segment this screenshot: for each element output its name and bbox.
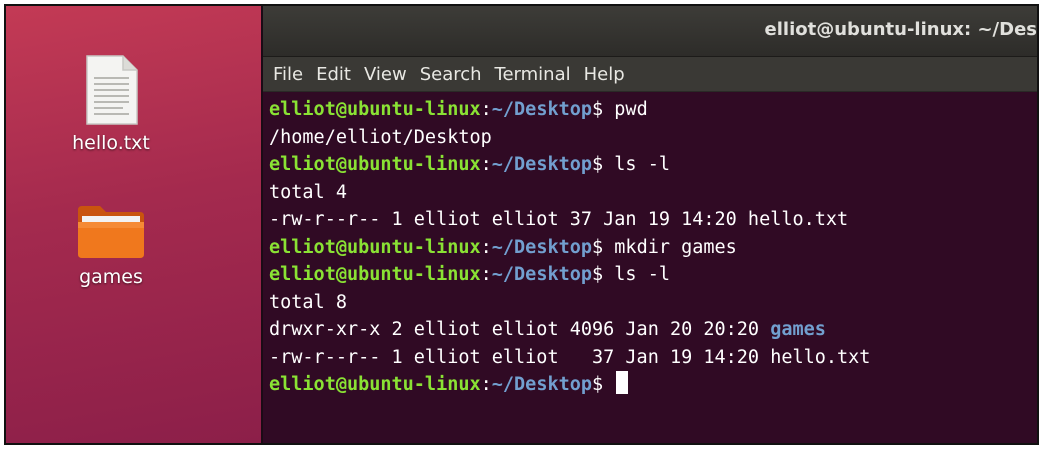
prompt-path: ~/Desktop <box>491 374 593 395</box>
desktop: hello.txt games <box>6 6 264 443</box>
desktop-icon-hello-txt[interactable]: hello.txt <box>41 54 181 154</box>
output-text: drwxr-xr-x 2 elliot elliot 4096 Jan 20 2… <box>269 319 771 340</box>
terminal-line: elliot@ubuntu-linux:~/Desktop$ <box>269 371 1037 399</box>
menu-terminal[interactable]: Terminal <box>495 64 571 85</box>
prompt-path: ~/Desktop <box>491 99 593 120</box>
output-text: -rw-r--r-- 1 elliot elliot 37 Jan 19 14:… <box>269 346 871 368</box>
prompt-user: elliot@ubuntu-linux <box>269 99 481 120</box>
terminal-output[interactable]: elliot@ubuntu-linux:~/Desktop$ pwd/home/… <box>263 92 1037 399</box>
directory-name: games <box>770 319 826 340</box>
output-text: /home/elliot/Desktop <box>269 126 492 148</box>
prompt-user: elliot@ubuntu-linux <box>269 374 481 395</box>
prompt-user: elliot@ubuntu-linux <box>269 154 481 175</box>
command-text: ls -l <box>614 154 670 175</box>
prompt-user: elliot@ubuntu-linux <box>269 236 481 258</box>
output-text: total 4 <box>269 181 347 203</box>
text-file-icon <box>83 54 139 126</box>
prompt-symbol: $ <box>592 374 615 395</box>
terminal-line: elliot@ubuntu-linux:~/Desktop$ ls -l <box>269 151 1037 179</box>
terminal-line: -rw-r--r-- 1 elliot elliot 37 Jan 19 14:… <box>269 206 1037 234</box>
window-titlebar[interactable]: elliot@ubuntu-linux: ~/Des <box>263 6 1037 57</box>
terminal-line: elliot@ubuntu-linux:~/Desktop$ ls -l <box>269 261 1037 289</box>
terminal-line: elliot@ubuntu-linux:~/Desktop$ pwd <box>269 96 1037 124</box>
command-text: ls -l <box>614 264 670 285</box>
desktop-icon-label: hello.txt <box>72 132 150 154</box>
prompt-separator: : <box>480 264 492 285</box>
folder-icon <box>76 204 146 260</box>
terminal-line: elliot@ubuntu-linux:~/Desktop$ mkdir gam… <box>269 234 1037 262</box>
output-text: total 8 <box>269 291 347 313</box>
screenshot-frame: hello.txt games elliot@ubuntu-linux: ~/D… <box>4 4 1039 445</box>
terminal-cursor <box>616 371 629 394</box>
terminal-line: -rw-r--r-- 1 elliot elliot 37 Jan 19 14:… <box>269 344 1037 372</box>
menu-search[interactable]: Search <box>420 64 482 85</box>
prompt-separator: : <box>480 374 492 395</box>
prompt-separator: : <box>480 236 492 258</box>
prompt-symbol: $ <box>592 264 615 285</box>
terminal-window[interactable]: elliot@ubuntu-linux: ~/Des File Edit Vie… <box>261 6 1037 443</box>
prompt-separator: : <box>480 99 492 120</box>
menu-bar: File Edit View Search Terminal Help <box>263 57 1037 92</box>
terminal-line: /home/elliot/Desktop <box>269 124 1037 152</box>
menu-view[interactable]: View <box>364 64 407 85</box>
terminal-line: total 4 <box>269 179 1037 207</box>
window-title: elliot@ubuntu-linux: ~/Des <box>764 19 1037 40</box>
prompt-user: elliot@ubuntu-linux <box>269 264 481 285</box>
output-text: -rw-r--r-- 1 elliot elliot 37 Jan 19 14:… <box>269 209 849 230</box>
prompt-path: ~/Desktop <box>491 236 593 258</box>
command-text: mkdir games <box>614 236 737 258</box>
prompt-symbol: $ <box>592 236 615 258</box>
terminal-line: total 8 <box>269 289 1037 317</box>
menu-file[interactable]: File <box>273 64 303 85</box>
prompt-symbol: $ <box>592 99 615 120</box>
prompt-path: ~/Desktop <box>491 154 593 175</box>
prompt-separator: : <box>480 154 492 175</box>
terminal-line: drwxr-xr-x 2 elliot elliot 4096 Jan 20 2… <box>269 316 1037 344</box>
desktop-icon-games[interactable]: games <box>41 204 181 288</box>
menu-help[interactable]: Help <box>584 64 625 85</box>
desktop-icon-label: games <box>79 266 143 288</box>
menu-edit[interactable]: Edit <box>316 64 351 85</box>
prompt-symbol: $ <box>592 154 615 175</box>
prompt-path: ~/Desktop <box>491 264 593 285</box>
command-text: pwd <box>614 99 648 120</box>
